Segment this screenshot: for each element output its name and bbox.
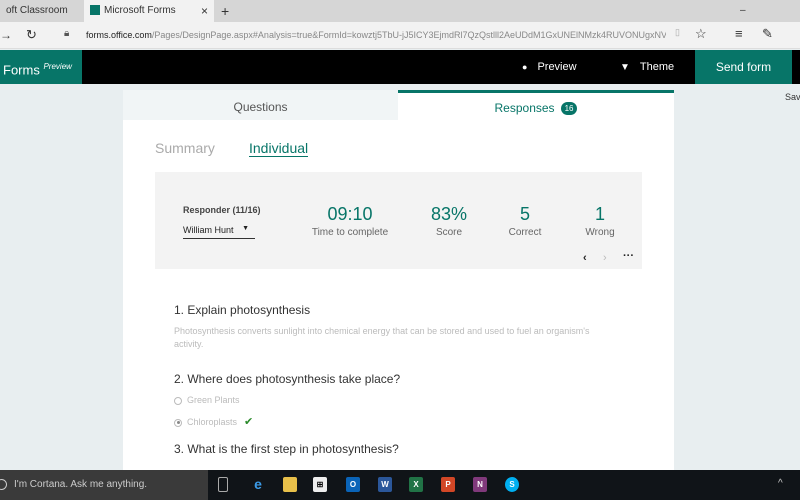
brand-name: Forms [3, 62, 40, 78]
eye-icon: ● [522, 62, 528, 72]
powerpoint-icon[interactable]: P [441, 477, 455, 492]
stat-value: 1 [594, 204, 605, 224]
web-note-icon[interactable]: ✎ [762, 26, 773, 42]
chevron-down-icon: ▼ [242, 225, 249, 232]
tab-responses[interactable]: Responses 16 [398, 90, 674, 120]
tab-label: Responses [494, 101, 555, 115]
forms-app-bar: Forms Preview ● Preview ▼ Theme Send form [0, 50, 800, 84]
hub-icon[interactable]: ≡ [735, 26, 743, 41]
previous-responder-button[interactable]: ‹ [583, 252, 587, 264]
cortana-placeholder: I'm Cortana. Ask me anything. [14, 479, 148, 490]
preview-label: Preview [537, 61, 577, 73]
cortana-icon [0, 479, 7, 490]
browser-tab-forms[interactable]: Microsoft Forms × [84, 0, 214, 22]
responses-count-badge: 16 [560, 102, 578, 116]
forms-icon [90, 5, 100, 16]
question-3-title: 3. What is the first step in photosynthe… [174, 442, 399, 456]
favorite-star-icon[interactable]: ☆ [695, 26, 707, 42]
task-view-icon[interactable] [218, 477, 228, 492]
subtab-individual[interactable]: Individual [249, 140, 309, 157]
correct-check-icon: ✔ [244, 416, 254, 428]
address-bar-row: → ↻ 🔒︎ forms.office.com/Pages/DesignPage… [0, 22, 800, 49]
theme-label: Theme [639, 61, 675, 73]
outlook-icon[interactable]: O [346, 477, 360, 492]
question-1-answer: Photosynthesis converts sunlight into ch… [174, 326, 590, 349]
url-path: /Pages/DesignPage.aspx#Analysis=true&For… [151, 30, 666, 40]
theme-brush-icon: ▼ [620, 62, 630, 73]
word-icon[interactable]: W [378, 477, 392, 492]
forms-brand[interactable]: Forms Preview [0, 50, 82, 84]
send-form-button[interactable]: Send form [695, 50, 792, 84]
onenote-icon[interactable]: N [473, 477, 487, 492]
tab-questions[interactable]: Questions [123, 90, 398, 120]
stat-label: Wrong [585, 227, 615, 238]
browser-tab-classroom[interactable]: oft Classroom [0, 0, 82, 22]
new-tab-button[interactable]: + [221, 0, 229, 22]
show-hidden-icons[interactable]: ^ [778, 478, 783, 489]
next-responder-button[interactable]: › [603, 252, 607, 264]
more-options-icon[interactable]: ··· [623, 250, 634, 262]
theme-button[interactable]: ▼ Theme [620, 50, 674, 84]
form-card: Questions Responses 16 Summary Individual… [123, 90, 674, 470]
brand-tag: Preview [43, 62, 72, 71]
tab-label: Microsoft Forms [104, 5, 176, 16]
option-label: Chloroplasts [187, 417, 238, 427]
back-icon[interactable]: → [0, 28, 12, 42]
minimize-button[interactable]: – [740, 0, 746, 22]
question-2-title: 2. Where does photosynthesis take place? [174, 372, 401, 386]
responder-label: Responder (11/16) [183, 205, 261, 215]
file-explorer-icon[interactable] [283, 477, 297, 492]
radio-unselected [174, 396, 182, 405]
store-icon[interactable]: ⊞ [313, 477, 327, 492]
url-domain: forms.office.com [86, 30, 152, 40]
tab-label: oft Classroom [6, 5, 68, 16]
option-chloroplasts[interactable]: Chloroplasts ✔ [174, 415, 253, 428]
question-1-title: 1. Explain photosynthesis [174, 303, 311, 317]
browser-tab-bar: oft Classroom Microsoft Forms × + – [0, 0, 800, 22]
skype-icon[interactable]: S [505, 477, 519, 492]
reading-view-icon[interactable]: ▯ [675, 27, 680, 38]
responder-dropdown[interactable]: William Hunt ▼ [183, 225, 255, 239]
windows-taskbar: I'm Cortana. Ask me anything. e ⊞ O W X … [0, 470, 800, 500]
url-field[interactable]: forms.office.com/Pages/DesignPage.aspx#A… [86, 30, 666, 40]
edge-icon[interactable]: e [251, 477, 265, 492]
option-label: Green Plants [187, 395, 240, 405]
stat-time: 09:10 Time to complete [300, 204, 400, 238]
preview-button[interactable]: ● Preview [522, 50, 577, 84]
responder-name: William Hunt [183, 225, 234, 235]
excel-icon[interactable]: X [409, 477, 423, 492]
lock-icon: 🔒︎ [64, 28, 70, 39]
stat-value: 09:10 [327, 204, 373, 224]
close-tab-icon[interactable]: × [201, 0, 208, 22]
stat-wrong: 1 Wrong [550, 204, 650, 238]
stat-label: Time to complete [311, 227, 389, 238]
refresh-icon[interactable]: ↻ [26, 27, 37, 43]
saved-status: Sav [785, 92, 800, 102]
radio-selected [174, 418, 182, 427]
option-green-plants[interactable]: Green Plants [174, 395, 240, 405]
responder-stats-panel: Responder (11/16) William Hunt ▼ 09:10 Tim… [155, 172, 642, 269]
cortana-search[interactable]: I'm Cortana. Ask me anything. [0, 470, 208, 500]
subtab-summary[interactable]: Summary [155, 140, 215, 156]
